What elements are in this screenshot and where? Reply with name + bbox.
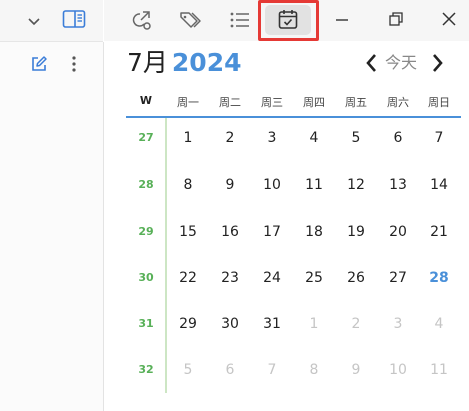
calendar-day[interactable]: 31 [254, 316, 290, 332]
week-column-divider [165, 118, 167, 393]
calendar-day[interactable]: 19 [338, 224, 374, 240]
calendar-day[interactable]: 6 [380, 130, 416, 146]
prev-month-icon[interactable] [364, 50, 378, 76]
calendar-day[interactable]: 21 [421, 224, 457, 240]
close-icon[interactable] [441, 11, 457, 27]
header-divider [126, 116, 461, 118]
calendar-day[interactable]: 22 [170, 270, 206, 286]
calendar-day[interactable]: 17 [254, 224, 290, 240]
weekday-header: 周日 [428, 96, 450, 109]
week-number[interactable]: 28 [128, 178, 164, 191]
calendar-day[interactable]: 10 [380, 362, 416, 378]
calendar-day[interactable]: 29 [170, 316, 206, 332]
calendar-day[interactable]: 23 [212, 270, 248, 286]
weekday-header: 周五 [345, 96, 367, 109]
week-number[interactable]: 29 [128, 225, 164, 238]
tags-icon[interactable] [178, 8, 204, 32]
calendar-day[interactable]: 14 [421, 177, 457, 193]
calendar-day[interactable]: 4 [296, 130, 332, 146]
calendar-day[interactable]: 24 [254, 270, 290, 286]
chevron-down-icon[interactable] [26, 13, 42, 29]
weekday-header: 周三 [261, 96, 283, 109]
calendar-day[interactable]: 8 [170, 177, 206, 193]
calendar-day[interactable]: 16 [212, 224, 248, 240]
calendar-check-icon[interactable] [277, 8, 299, 32]
week-number[interactable]: 32 [128, 363, 164, 376]
today-button[interactable]: 今天 [385, 52, 417, 74]
calendar-day[interactable]: 9 [338, 362, 374, 378]
month-label: 7月 [127, 48, 168, 77]
calendar-day[interactable]: 3 [254, 130, 290, 146]
calendar-day[interactable]: 18 [296, 224, 332, 240]
calendar-day[interactable]: 13 [380, 177, 416, 193]
calendar-day[interactable]: 7 [421, 130, 457, 146]
calendar-day[interactable]: 28 [421, 270, 457, 286]
week-number[interactable]: 27 [128, 131, 164, 144]
week-number[interactable]: 30 [128, 271, 164, 284]
calendar-day[interactable]: 5 [338, 130, 374, 146]
left-toolbar [0, 0, 103, 42]
calendar-day[interactable]: 25 [296, 270, 332, 286]
restore-icon[interactable] [388, 11, 404, 27]
calendar-day[interactable]: 2 [338, 316, 374, 332]
share-icon[interactable] [130, 8, 154, 32]
weekday-header: 周四 [303, 96, 325, 109]
calendar-day[interactable]: 6 [212, 362, 248, 378]
left-panel [0, 42, 104, 411]
calendar-day[interactable]: 26 [338, 270, 374, 286]
calendar-day[interactable]: 4 [421, 316, 457, 332]
next-month-icon[interactable] [431, 50, 445, 76]
calendar-day[interactable]: 12 [338, 177, 374, 193]
sidebar-toggle-icon[interactable] [62, 9, 86, 29]
week-column-header: W [139, 94, 153, 107]
calendar-day[interactable]: 2 [212, 130, 248, 146]
calendar-day[interactable]: 10 [254, 177, 290, 193]
calendar-day[interactable]: 3 [380, 316, 416, 332]
weekday-header: 周六 [387, 96, 409, 109]
calendar-day[interactable]: 15 [170, 224, 206, 240]
calendar-day[interactable]: 5 [170, 362, 206, 378]
weekday-header: 周二 [219, 96, 241, 109]
calendar-day[interactable]: 30 [212, 316, 248, 332]
calendar-day[interactable]: 27 [380, 270, 416, 286]
calendar-day[interactable]: 8 [296, 362, 332, 378]
calendar-day[interactable]: 1 [170, 130, 206, 146]
calendar-day[interactable]: 11 [421, 362, 457, 378]
calendar-day[interactable]: 20 [380, 224, 416, 240]
calendar-day[interactable]: 9 [212, 177, 248, 193]
month-year-title: 7月 2024 [127, 48, 242, 78]
edit-icon[interactable] [30, 55, 48, 73]
more-vertical-icon[interactable] [66, 55, 82, 73]
year-label[interactable]: 2024 [172, 48, 242, 77]
calendar-day[interactable]: 7 [254, 362, 290, 378]
list-icon[interactable] [228, 9, 252, 31]
week-number[interactable]: 31 [128, 317, 164, 330]
minimize-icon[interactable] [334, 12, 350, 28]
calendar-day[interactable]: 11 [296, 177, 332, 193]
weekday-header: 周一 [177, 96, 199, 109]
calendar-day[interactable]: 1 [296, 316, 332, 332]
